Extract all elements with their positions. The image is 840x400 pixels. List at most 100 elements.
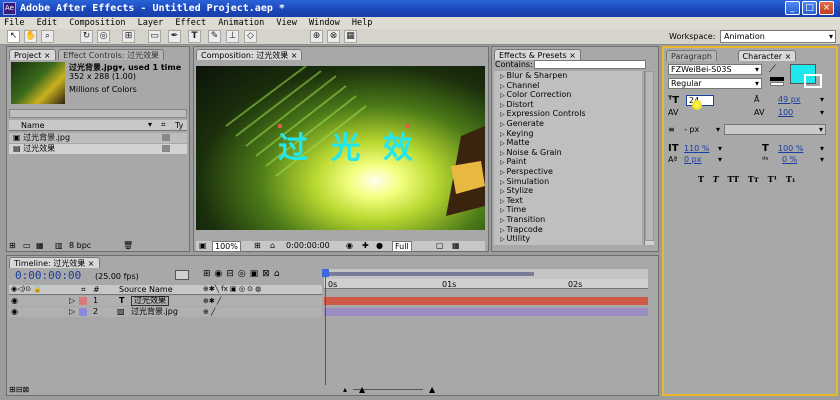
menu-effect[interactable]: Effect [175, 17, 206, 29]
show-snapshot-icon[interactable]: ✚ [362, 241, 369, 250]
rotate-tool-icon[interactable]: ↻ [80, 30, 93, 43]
menu-edit[interactable]: Edit [37, 17, 57, 29]
axis-view-icon[interactable]: ▦ [344, 30, 357, 43]
region-of-interest-icon[interactable]: ▢ [436, 241, 444, 250]
baseline-shift-value[interactable]: 0 px [684, 155, 701, 164]
effect-category[interactable]: Matte [494, 138, 642, 148]
effect-category[interactable]: Trapcode [494, 225, 642, 235]
effect-category[interactable]: Keying [494, 129, 642, 139]
effect-category[interactable]: Transition [494, 215, 642, 225]
layer-row[interactable]: ◉ ▷ 1 T 过光效果 ⊕✱ ╱ [9, 296, 322, 306]
tab-effects-presets[interactable]: Effects & Presets × [494, 49, 581, 60]
mask-tool-icon[interactable]: ▭ [148, 30, 161, 43]
new-folder-icon[interactable]: ▭ [23, 241, 31, 250]
resolution-dropdown[interactable]: Full [392, 241, 412, 252]
maximize-button[interactable]: □ [802, 1, 817, 15]
vertical-scale-value[interactable]: 110 % [684, 144, 709, 153]
zoom-slider-thumb[interactable]: ▲ [359, 385, 365, 394]
brush-tool-icon[interactable]: ✎ [208, 30, 221, 43]
tab-timeline[interactable]: Timeline: 过光效果 × [9, 257, 100, 268]
eyedropper-icon[interactable]: ⟋ [769, 64, 776, 75]
small-caps-button[interactable]: Tᴛ [748, 174, 759, 184]
toggle-switches-icon[interactable]: ⊞⊟⊠ [9, 385, 29, 394]
pan-behind-tool-icon[interactable]: ⊞ [122, 30, 135, 43]
workspace-dropdown[interactable]: Animation ▾ [720, 30, 836, 43]
black-swatch[interactable] [770, 77, 784, 81]
project-list-item[interactable]: ▤ 过光效果 [9, 144, 187, 154]
font-family-dropdown[interactable]: FZWeiBei-S03S ▾ [668, 64, 762, 75]
expand-triangle-icon[interactable]: ▷ [69, 296, 75, 306]
always-preview-icon[interactable]: ▣ [199, 241, 207, 250]
menu-file[interactable]: File [4, 17, 24, 29]
horizontal-scale-value[interactable]: 100 % [778, 144, 803, 153]
number-column-header[interactable]: # [93, 285, 100, 294]
zoom-tool-icon[interactable]: ⌕ [41, 30, 54, 43]
leading-value[interactable]: 49 px [778, 95, 801, 104]
minimize-button[interactable]: _ [785, 1, 800, 15]
selection-tool-icon[interactable]: ↖ [7, 30, 20, 43]
source-name-header[interactable]: Source Name [119, 285, 173, 294]
work-area-bar[interactable] [324, 269, 648, 279]
hand-tool-icon[interactable]: ✋ [24, 30, 37, 43]
new-composition-icon[interactable]: ▦ [36, 241, 44, 250]
trash-icon[interactable]: 🗑 [123, 241, 133, 250]
stroke-style-dropdown[interactable]: ▾ [724, 124, 826, 135]
effects-search-input[interactable] [534, 60, 646, 69]
time-ruler[interactable]: 0s 01s 02s [324, 279, 648, 289]
column-type-header[interactable]: Ty [175, 121, 183, 130]
menu-layer[interactable]: Layer [138, 17, 164, 29]
layer-duration-bar[interactable] [324, 308, 648, 316]
text-tool-icon[interactable]: T [188, 30, 201, 43]
menu-window[interactable]: Window [309, 17, 340, 29]
zoom-out-icon[interactable]: ▴ [343, 385, 347, 394]
subscript-button[interactable]: T₁ [786, 174, 795, 184]
tab-paragraph[interactable]: Paragraph [666, 50, 717, 61]
effect-category[interactable]: Blur & Sharpen [494, 71, 642, 81]
column-name-header[interactable]: Name [21, 121, 45, 130]
eye-icon[interactable]: ◉ [11, 307, 18, 317]
effect-category[interactable]: Utility [494, 234, 642, 244]
scrollbar-thumb[interactable] [645, 71, 654, 241]
safe-zones-icon[interactable]: ⊞ [254, 241, 261, 250]
zoom-in-icon[interactable]: ▲ [429, 385, 435, 394]
effect-category[interactable]: Color Correction [494, 90, 642, 100]
clone-stamp-tool-icon[interactable]: ⊥ [226, 30, 239, 43]
superscript-button[interactable]: T¹ [768, 174, 777, 184]
effect-category[interactable]: Perspective [494, 167, 642, 177]
tsume-value[interactable]: 0 % [782, 155, 797, 164]
layer-row[interactable]: ◉ ▷ 2 ▨ 过光背景.jpg ⊕ ╱ [9, 307, 322, 317]
layer-name[interactable]: 过光效果 [131, 296, 169, 306]
effect-category[interactable]: Channel [494, 81, 642, 91]
font-style-dropdown[interactable]: Regular ▾ [668, 78, 762, 89]
transparency-grid-icon[interactable]: ▦ [452, 241, 460, 250]
menu-animation[interactable]: Animation [218, 17, 264, 29]
work-area-range[interactable] [324, 272, 534, 276]
effect-category[interactable]: Expression Controls [494, 109, 642, 119]
bounding-handle[interactable] [278, 124, 282, 128]
bounding-handle[interactable] [406, 124, 410, 128]
effect-category[interactable]: Stylize [494, 186, 642, 196]
project-list-item[interactable]: ▣ 过光背景.jpg [9, 133, 187, 143]
faux-italic-button[interactable]: T [713, 174, 719, 184]
faux-bold-button[interactable]: T [698, 174, 704, 184]
comp-mini-flowchart-icon[interactable] [175, 270, 189, 280]
effect-category[interactable]: Simulation [494, 177, 642, 187]
project-search-field[interactable] [9, 109, 187, 118]
layer-switches[interactable]: ⊕✱ ╱ [203, 296, 221, 306]
composition-viewer[interactable]: 过 光 效 [196, 66, 485, 230]
effects-scrollbar[interactable] [644, 71, 654, 245]
orbit-camera-tool-icon[interactable]: ◎ [97, 30, 110, 43]
layer-label-color[interactable] [79, 297, 87, 305]
timeline-timecode[interactable]: 0:00:00:00 [15, 269, 81, 282]
tracking-value[interactable]: 100 [778, 108, 793, 117]
effect-category[interactable]: Text [494, 196, 642, 206]
tab-composition[interactable]: Composition: 过光效果 × [196, 49, 303, 60]
current-time-indicator[interactable] [325, 269, 326, 385]
effect-category[interactable]: Generate [494, 119, 642, 129]
stroke-color-swatch[interactable] [804, 74, 822, 88]
current-time-indicator-head[interactable] [322, 269, 329, 277]
composition-text-layer[interactable]: 过 光 效 [278, 123, 419, 167]
tab-effect-controls[interactable]: Effect Controls: 过光效果 [58, 49, 165, 60]
magnification-dropdown[interactable]: 100% [212, 241, 241, 252]
menu-view[interactable]: View [276, 17, 296, 29]
